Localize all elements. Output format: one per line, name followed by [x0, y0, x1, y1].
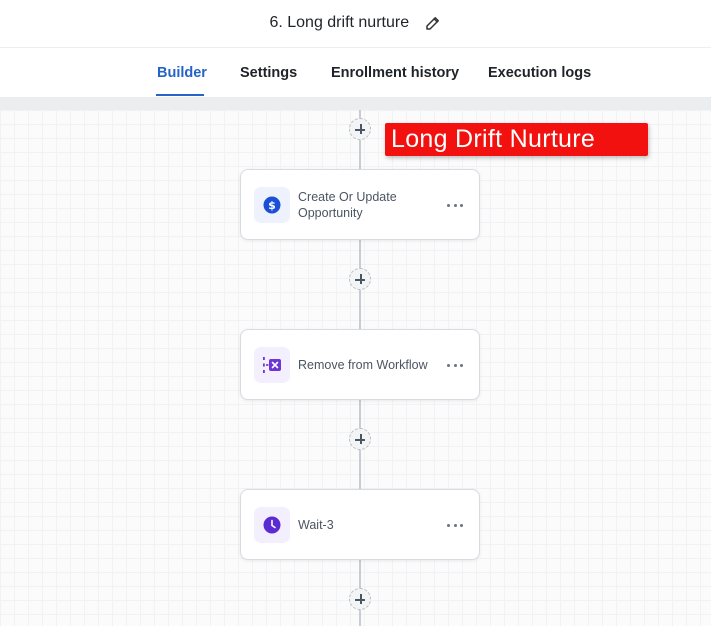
more-options-icon[interactable] — [447, 197, 463, 213]
add-step-button[interactable] — [349, 268, 371, 290]
node-label: Create Or Update Opportunity — [298, 189, 397, 220]
tab-builder[interactable]: Builder — [157, 65, 207, 81]
tab-bar: Builder Settings Enrollment history Exec… — [0, 48, 711, 97]
pencil-icon[interactable] — [424, 14, 442, 32]
tab-enrollment-history[interactable]: Enrollment history — [331, 65, 459, 81]
workflow-node-create-update-opportunity[interactable]: $ Create Or Update Opportunity — [240, 169, 480, 240]
workflow-header: 6. Long drift nurture — [0, 0, 711, 48]
title-row: 6. Long drift nurture — [0, 10, 711, 36]
more-options-icon[interactable] — [447, 357, 463, 373]
workflow-title: 6. Long drift nurture — [269, 14, 410, 31]
active-tab-indicator — [156, 94, 204, 96]
add-step-button[interactable] — [349, 428, 371, 450]
dollar-icon: $ — [254, 187, 290, 223]
overlay-banner: Long Drift Nurture — [385, 123, 648, 156]
add-step-button[interactable] — [349, 588, 371, 610]
clock-icon — [254, 507, 290, 543]
workflow-node-wait-3[interactable]: Wait-3 — [240, 489, 480, 560]
canvas-top-strip — [0, 97, 711, 110]
workflow-node-remove-from-workflow[interactable]: Remove from Workflow — [240, 329, 480, 400]
tab-settings[interactable]: Settings — [240, 65, 297, 81]
tab-execution-logs[interactable]: Execution logs — [488, 65, 591, 81]
node-label: Remove from Workflow — [298, 357, 428, 372]
remove-from-workflow-icon — [254, 347, 290, 383]
svg-text:$: $ — [268, 199, 276, 212]
add-step-button[interactable] — [349, 118, 371, 140]
node-label: Wait-3 — [298, 517, 334, 532]
more-options-icon[interactable] — [447, 517, 463, 533]
